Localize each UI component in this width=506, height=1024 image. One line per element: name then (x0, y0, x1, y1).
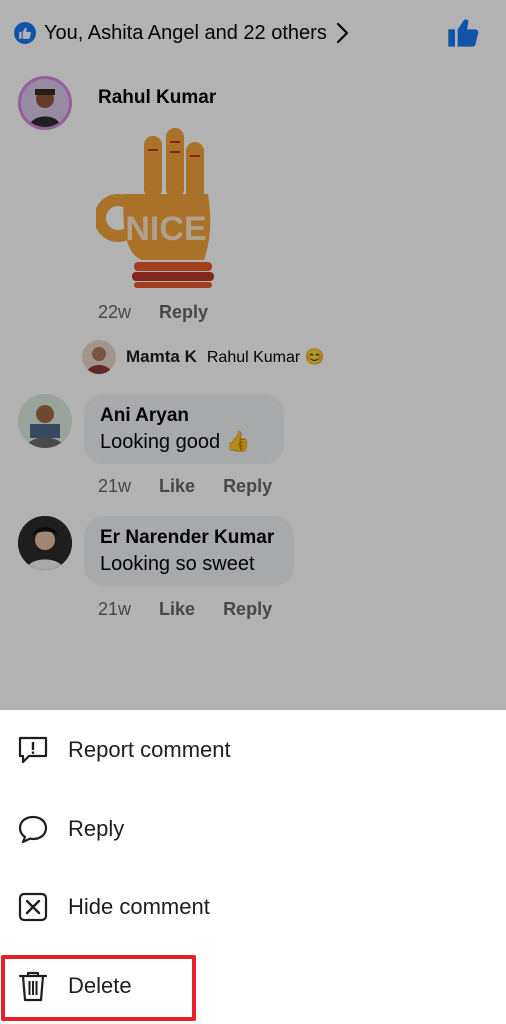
comment-text: Looking good 👍 (100, 431, 251, 453)
comments-feed: You, Ashita Angel and 22 others Rahul Ku… (0, 0, 506, 710)
speech-bubble-icon (16, 812, 50, 846)
trash-icon (16, 969, 50, 1003)
reactions-summary[interactable]: You, Ashita Angel and 22 others (44, 22, 327, 45)
comment-bubble[interactable]: Ani Aryan Looking good 👍 (84, 394, 284, 464)
report-comment-option[interactable]: Report comment (0, 720, 506, 780)
hide-comment-option[interactable]: Hide comment (0, 877, 506, 937)
menu-item-label: Delete (68, 973, 132, 998)
reactions-bar[interactable]: You, Ashita Angel and 22 others (14, 18, 351, 48)
menu-item-label: Hide comment (68, 894, 210, 919)
like-button[interactable]: Like (159, 476, 195, 497)
comment-time: 21w (98, 476, 132, 496)
reply-author[interactable]: Mamta K (126, 347, 197, 367)
like-button[interactable]: Like (159, 599, 195, 620)
comment-time: 21w (98, 599, 132, 619)
like-badge-icon (14, 22, 36, 44)
avatar[interactable] (18, 394, 72, 448)
comment-text: Looking so sweet (100, 553, 255, 575)
comment-actions: 22w Reply (98, 302, 208, 323)
report-icon (16, 733, 50, 767)
avatar[interactable] (82, 340, 116, 374)
delete-option[interactable]: Delete (0, 956, 506, 1016)
chevron-right-icon[interactable] (335, 22, 351, 44)
like-thumb-icon[interactable] (446, 16, 480, 48)
avatar[interactable] (18, 516, 72, 570)
avatar[interactable] (18, 76, 72, 130)
comment-actions: 21w Like Reply (98, 599, 272, 620)
comment-author[interactable]: Er Narender Kumar (100, 526, 278, 550)
comment-actions: 21w Like Reply (98, 476, 272, 497)
comment-time: 22w (98, 302, 132, 322)
hide-box-icon (16, 890, 50, 924)
comment-author[interactable]: Ani Aryan (100, 404, 268, 428)
menu-item-label: Reply (68, 816, 125, 841)
reply-button[interactable]: Reply (159, 302, 208, 323)
menu-item-label: Report comment (68, 737, 231, 762)
reply-preview[interactable]: Mamta K Rahul Kumar 😊 (82, 340, 325, 374)
reply-option[interactable]: Reply (0, 799, 506, 859)
comment-bubble[interactable]: Er Narender Kumar Looking so sweet (84, 516, 294, 586)
reply-button[interactable]: Reply (223, 476, 272, 497)
nice-sticker: NICE (94, 122, 228, 290)
reply-text: Rahul Kumar 😊 (206, 349, 325, 366)
sticker-text: NICE (125, 210, 206, 248)
reply-button[interactable]: Reply (223, 599, 272, 620)
comment-author[interactable]: Rahul Kumar (98, 87, 216, 109)
